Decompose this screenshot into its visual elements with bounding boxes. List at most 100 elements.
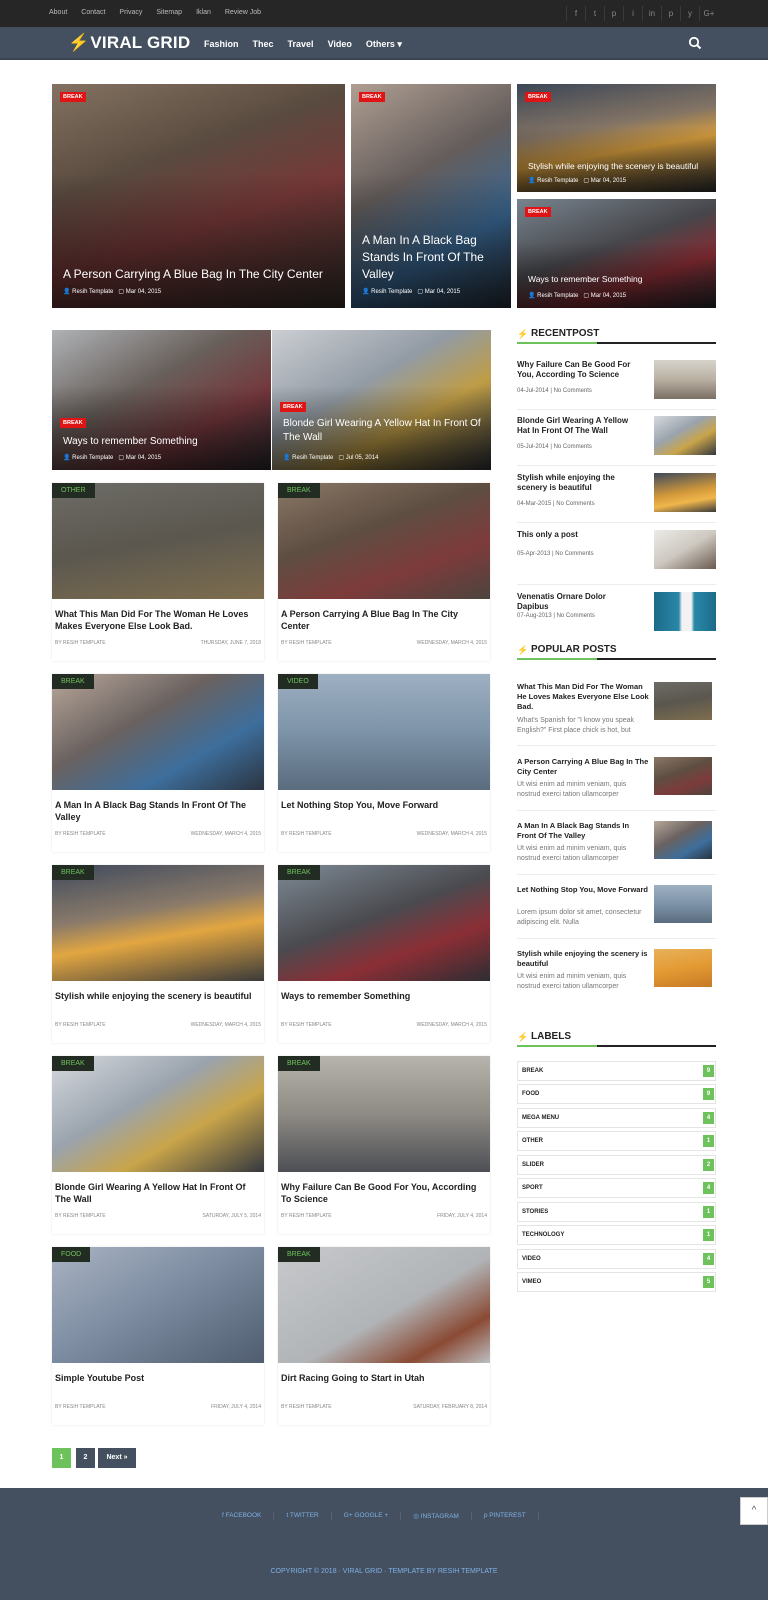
top-link-review-job[interactable]: Review Job	[225, 9, 261, 16]
popular-post-title[interactable]: What This Man Did For The Woman He Loves…	[517, 682, 649, 712]
popular-post-title[interactable]: Stylish while enjoying the scenery is be…	[517, 949, 649, 969]
footer-link-google-plus[interactable]: G+ GOOGLE +	[332, 1512, 402, 1520]
hero-title[interactable]: Blonde Girl Wearing A Yellow Hat In Fron…	[283, 417, 481, 445]
top-link-about[interactable]: About	[49, 9, 67, 16]
hero-title[interactable]: Ways to remember Something	[63, 433, 261, 450]
label-name[interactable]: VIMEO	[522, 1279, 541, 1285]
search-icon[interactable]	[688, 36, 702, 50]
recent-post-title[interactable]: Stylish while enjoying the scenery is be…	[517, 473, 639, 493]
top-link-sitemap[interactable]: Sitemap	[156, 9, 182, 16]
youtube-icon[interactable]: y	[680, 6, 699, 21]
label-name[interactable]: MEGA MENU	[522, 1115, 559, 1121]
twitter-icon[interactable]: t	[585, 6, 604, 21]
post-thumbnail[interactable]	[278, 865, 490, 981]
recent-post-item[interactable]: Blonde Girl Wearing A Yellow Hat In Fron…	[517, 416, 716, 456]
instagram-icon[interactable]: i	[623, 6, 642, 21]
nav-item-travel[interactable]: Travel	[288, 39, 314, 50]
popular-post-item[interactable]: What This Man Did For The Woman He Loves…	[517, 682, 716, 738]
post-thumbnail[interactable]	[278, 483, 490, 599]
recent-post-item[interactable]: Stylish while enjoying the scenery is be…	[517, 473, 716, 513]
hero-post-5[interactable]: BREAK Ways to remember Something 👤 Resih…	[52, 330, 271, 470]
hero-title[interactable]: Ways to remember Something	[528, 271, 706, 288]
footer-link-instagram[interactable]: ◎ INSTAGRAM	[401, 1512, 472, 1520]
pinterest-alt-icon[interactable]: p	[661, 6, 680, 21]
label-name[interactable]: SLIDER	[522, 1162, 544, 1168]
hero-post-3[interactable]: BREAK Stylish while enjoying the scenery…	[517, 84, 716, 192]
hero-badge[interactable]: BREAK	[525, 92, 551, 102]
post-thumbnail[interactable]	[278, 674, 490, 790]
post-title[interactable]: A Person Carrying A Blue Bag In The City…	[281, 608, 487, 632]
recent-post-thumb[interactable]	[654, 360, 716, 399]
recent-post-item[interactable]: Why Failure Can Be Good For You, Accordi…	[517, 360, 716, 400]
hero-badge[interactable]: BREAK	[60, 92, 86, 102]
label-item[interactable]: OTHER 1	[517, 1131, 716, 1151]
post-title[interactable]: A Man In A Black Bag Stands In Front Of …	[55, 799, 261, 823]
popular-post-item[interactable]: A Man In A Black Bag Stands In Front Of …	[517, 821, 716, 862]
category-badge[interactable]: BREAK	[278, 1056, 320, 1071]
page-1-button[interactable]: 1	[52, 1448, 71, 1468]
top-link-contact[interactable]: Contact	[81, 9, 105, 16]
linkedin-icon[interactable]: in	[642, 6, 661, 21]
hero-title[interactable]: A Person Carrying A Blue Bag In The City…	[63, 266, 335, 283]
hero-badge[interactable]: BREAK	[359, 92, 385, 102]
post-title[interactable]: Stylish while enjoying the scenery is be…	[55, 990, 261, 1002]
site-logo[interactable]: ⚡VIRAL GRID	[68, 33, 190, 53]
post-card[interactable]: FOOD Simple Youtube Post BY RESIH TEMPLA…	[52, 1247, 264, 1425]
category-badge[interactable]: BREAK	[278, 865, 320, 880]
label-name[interactable]: FOOD	[522, 1091, 539, 1097]
category-badge[interactable]: VIDEO	[278, 674, 318, 689]
popular-post-thumb[interactable]	[654, 821, 712, 859]
footer-link-facebook[interactable]: f FACEBOOK	[210, 1512, 275, 1520]
post-thumbnail[interactable]	[52, 865, 264, 981]
recent-post-item[interactable]: This only a post 05-Apr-2013 | No Commen…	[517, 530, 716, 570]
post-card[interactable]: BREAK A Person Carrying A Blue Bag In Th…	[278, 483, 490, 661]
popular-post-thumb[interactable]	[654, 949, 712, 987]
recent-post-thumb[interactable]	[654, 473, 716, 512]
recent-post-title[interactable]: Blonde Girl Wearing A Yellow Hat In Fron…	[517, 416, 639, 436]
category-badge[interactable]: BREAK	[52, 865, 94, 880]
top-link-iklan[interactable]: Iklan	[196, 9, 211, 16]
category-badge[interactable]: BREAK	[278, 1247, 320, 1262]
category-badge[interactable]: FOOD	[52, 1247, 91, 1262]
popular-post-item[interactable]: A Person Carrying A Blue Bag In The City…	[517, 757, 716, 798]
post-thumbnail[interactable]	[52, 674, 264, 790]
post-thumbnail[interactable]	[52, 1247, 264, 1363]
label-item[interactable]: TECHNOLOGY 1	[517, 1225, 716, 1245]
label-item[interactable]: VIDEO 4	[517, 1249, 716, 1269]
label-name[interactable]: OTHER	[522, 1138, 543, 1144]
label-name[interactable]: TECHNOLOGY	[522, 1232, 564, 1238]
post-title[interactable]: Why Failure Can Be Good For You, Accordi…	[281, 1181, 487, 1205]
recent-post-title[interactable]: This only a post	[517, 530, 639, 540]
back-to-top-button[interactable]: ^	[740, 1497, 768, 1525]
nav-item-thec[interactable]: Thec	[253, 39, 274, 50]
label-item[interactable]: STORIES 1	[517, 1202, 716, 1222]
popular-post-item[interactable]: Let Nothing Stop You, Move Forward Lorem…	[517, 885, 716, 926]
popular-post-thumb[interactable]	[654, 682, 712, 720]
post-thumbnail[interactable]	[278, 1247, 490, 1363]
post-card[interactable]: OTHER What This Man Did For The Woman He…	[52, 483, 264, 661]
hero-post-4[interactable]: BREAK Ways to remember Something 👤 Resih…	[517, 199, 716, 308]
hero-title[interactable]: Stylish while enjoying the scenery is be…	[528, 158, 706, 175]
popular-post-title[interactable]: A Person Carrying A Blue Bag In The City…	[517, 757, 649, 777]
post-card[interactable]: BREAK A Man In A Black Bag Stands In Fro…	[52, 674, 264, 852]
label-item[interactable]: SLIDER 2	[517, 1155, 716, 1175]
nav-item-video[interactable]: Video	[328, 39, 352, 50]
hero-title[interactable]: A Man In A Black Bag Stands In Front Of …	[362, 232, 501, 283]
category-badge[interactable]: OTHER	[52, 483, 95, 498]
recent-post-thumb[interactable]	[654, 416, 716, 455]
post-title[interactable]: What This Man Did For The Woman He Loves…	[55, 608, 261, 632]
popular-post-title[interactable]: Let Nothing Stop You, Move Forward	[517, 885, 649, 895]
label-name[interactable]: SPORT	[522, 1185, 543, 1191]
label-item[interactable]: VIMEO 5	[517, 1272, 716, 1292]
popular-post-thumb[interactable]	[654, 885, 712, 923]
post-thumbnail[interactable]	[52, 1056, 264, 1172]
hero-post-1[interactable]: BREAK A Person Carrying A Blue Bag In Th…	[52, 84, 345, 308]
category-badge[interactable]: BREAK	[52, 674, 94, 689]
post-thumbnail[interactable]	[278, 1056, 490, 1172]
hero-badge[interactable]: BREAK	[60, 418, 86, 428]
popular-post-item[interactable]: Stylish while enjoying the scenery is be…	[517, 949, 716, 990]
label-item[interactable]: SPORT 4	[517, 1178, 716, 1198]
category-badge[interactable]: BREAK	[278, 483, 320, 498]
category-badge[interactable]: BREAK	[52, 1056, 94, 1071]
hero-post-2[interactable]: BREAK A Man In A Black Bag Stands In Fro…	[351, 84, 511, 308]
